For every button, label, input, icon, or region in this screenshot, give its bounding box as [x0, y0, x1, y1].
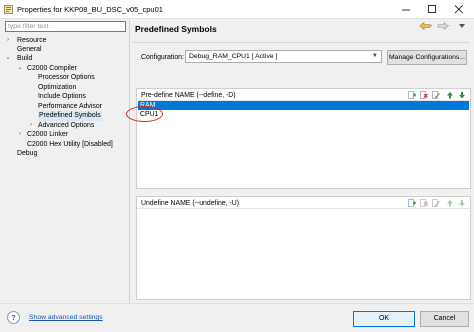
chevron-down-icon[interactable]: ⌄: [17, 64, 23, 74]
title-separator: [133, 42, 470, 43]
undefine-title: Undefine NAME (--undefine, -U): [141, 200, 240, 207]
configuration-value: Debug_RAM_CPU1 [ Active ]: [189, 53, 278, 60]
close-icon[interactable]: [449, 3, 469, 16]
chevron-right-icon[interactable]: ›: [17, 130, 23, 140]
chevron-right-icon[interactable]: ›: [5, 36, 11, 46]
app-icon: [4, 5, 13, 14]
maximize-icon[interactable]: [422, 3, 442, 16]
menu-icon[interactable]: [457, 21, 467, 31]
list-divider: [137, 208, 470, 209]
predefine-title: Pre-define NAME (--define, -D): [141, 92, 236, 99]
configuration-label: Configuration:: [141, 54, 184, 61]
delete-icon[interactable]: [420, 199, 428, 207]
panel-divider[interactable]: [129, 20, 130, 303]
sidebar-item-label: Processor Options: [38, 74, 95, 81]
sidebar-item-label: Include Options: [38, 93, 86, 100]
manage-configurations-button[interactable]: Manage Configurations...: [387, 50, 467, 65]
sidebar-item-label: Predefined Symbols: [38, 111, 102, 121]
list-item[interactable]: CPU1: [138, 110, 469, 119]
sidebar-item-label: C2000 Linker: [27, 131, 68, 138]
chevron-down-icon[interactable]: ⌄: [5, 54, 11, 64]
window-title: Properties for KKP08_BU_DSC_v05_cpu01: [17, 5, 163, 14]
sidebar-item-label: Build: [17, 55, 33, 62]
cancel-button[interactable]: Cancel: [420, 311, 469, 327]
sidebar-item-label: Debug: [17, 150, 38, 157]
chevron-down-icon: ▼: [372, 53, 378, 59]
move-down-icon[interactable]: [458, 199, 466, 207]
delete-icon[interactable]: [420, 91, 428, 99]
ok-button[interactable]: OK: [353, 311, 415, 327]
add-icon[interactable]: [408, 199, 416, 207]
forward-arrow-icon[interactable]: [437, 21, 451, 31]
help-icon[interactable]: ?: [7, 311, 20, 324]
sidebar-item-label: C2000 Hex Utility [Disabled]: [27, 141, 113, 148]
show-advanced-settings-link[interactable]: Show advanced settings: [29, 314, 103, 321]
move-down-icon[interactable]: [458, 91, 466, 99]
configuration-select[interactable]: Debug_RAM_CPU1 [ Active ] ▼: [185, 50, 382, 63]
title-bar: Properties for KKP08_BU_DSC_v05_cpu01: [0, 0, 474, 19]
back-arrow-icon[interactable]: [419, 21, 433, 31]
footer-separator: [0, 303, 474, 304]
list-item[interactable]: RAM: [138, 101, 469, 110]
add-icon[interactable]: [408, 91, 416, 99]
undefine-list-panel: Undefine NAME (--undefine, -U): [136, 196, 471, 300]
page-title: Predefined Symbols: [135, 24, 217, 34]
move-up-icon[interactable]: [446, 199, 454, 207]
move-up-icon[interactable]: [446, 91, 454, 99]
minimize-icon[interactable]: [396, 3, 416, 16]
edit-icon[interactable]: [432, 199, 440, 207]
property-tree: › Resource General ⌄ Build ⌄ C2000 Compi…: [4, 19, 128, 303]
edit-icon[interactable]: [432, 91, 440, 99]
predefine-list-panel: Pre-define NAME (--define, -D) RAM CPU1: [136, 88, 471, 189]
